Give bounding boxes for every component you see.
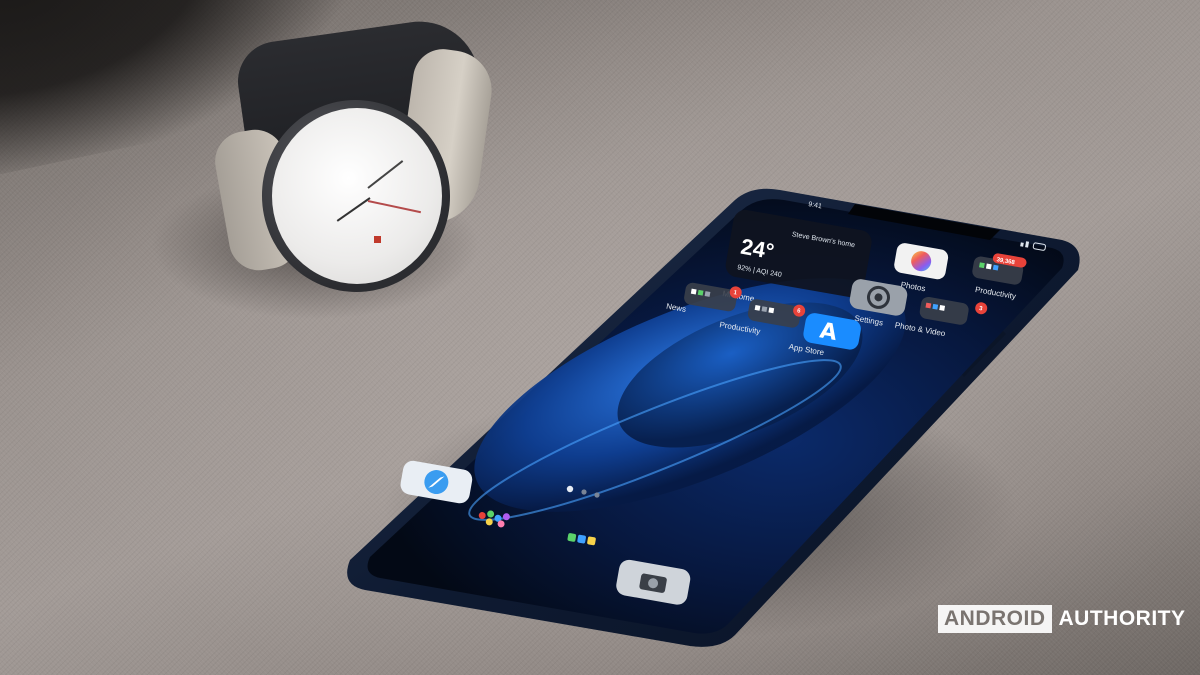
photo-scene: 9:41 Steve Brown's home 24° 92% | AQI 24…: [0, 0, 1200, 675]
watermark-android: ANDROID: [938, 605, 1052, 633]
smartphone-icon: 9:41 Steve Brown's home 24° 92% | AQI 24…: [347, 188, 1080, 647]
watermark-authority: AUTHORITY: [1058, 607, 1186, 630]
watermark-logo: ANDROID AUTHORITY: [938, 604, 1186, 634]
